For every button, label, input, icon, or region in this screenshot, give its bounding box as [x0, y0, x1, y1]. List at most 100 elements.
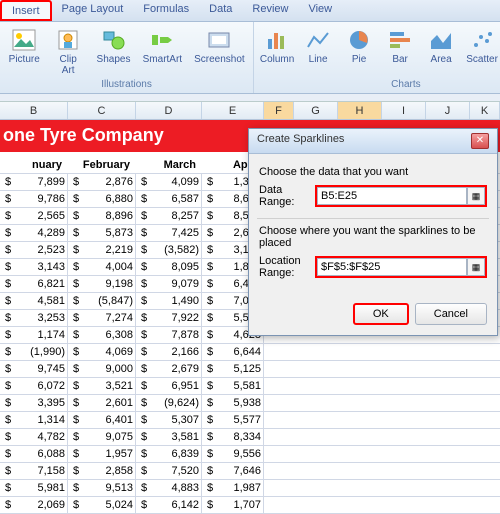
shapes-button[interactable]: Shapes: [92, 24, 135, 67]
cell[interactable]: $5,581: [202, 378, 264, 394]
cell[interactable]: $8,257: [136, 208, 202, 224]
ok-button[interactable]: OK: [353, 303, 409, 325]
cell[interactable]: $5,577: [202, 412, 264, 428]
table-row[interactable]: $4,782$9,075$3,581$8,334: [0, 429, 500, 446]
scatter-chart-button[interactable]: Scatter: [463, 24, 500, 67]
tab-data[interactable]: Data: [199, 0, 242, 21]
cell[interactable]: $9,075: [68, 429, 136, 445]
cell[interactable]: $5,024: [68, 497, 136, 513]
col-b[interactable]: B: [0, 102, 68, 119]
range-picker-icon[interactable]: ▦: [467, 187, 485, 205]
table-row[interactable]: $7,158$2,858$7,520$7,646: [0, 463, 500, 480]
cell[interactable]: $4,069: [68, 344, 136, 360]
cell[interactable]: $4,581: [0, 293, 68, 309]
cell[interactable]: $3,253: [0, 310, 68, 326]
col-i[interactable]: I: [382, 102, 426, 119]
cell[interactable]: $9,198: [68, 276, 136, 292]
cell[interactable]: $5,125: [202, 361, 264, 377]
table-row[interactable]: $3,395$2,601$(9,624)$5,938: [0, 395, 500, 412]
cell[interactable]: $7,425: [136, 225, 202, 241]
data-range-input[interactable]: [317, 187, 467, 205]
cancel-button[interactable]: Cancel: [415, 303, 487, 325]
cell[interactable]: $1,707: [202, 497, 264, 513]
cell[interactable]: $9,556: [202, 446, 264, 462]
cell[interactable]: $6,880: [68, 191, 136, 207]
cell[interactable]: $9,079: [136, 276, 202, 292]
tab-view[interactable]: View: [298, 0, 342, 21]
cell[interactable]: $(1,990): [0, 344, 68, 360]
cell[interactable]: $1,987: [202, 480, 264, 496]
col-j[interactable]: J: [426, 102, 470, 119]
col-f[interactable]: F: [264, 102, 294, 119]
cell[interactable]: $1,174: [0, 327, 68, 343]
range-picker-icon[interactable]: ▦: [467, 258, 485, 276]
smartart-button[interactable]: SmartArt: [138, 24, 187, 67]
cell[interactable]: $2,858: [68, 463, 136, 479]
col-d[interactable]: D: [136, 102, 202, 119]
cell[interactable]: $2,069: [0, 497, 68, 513]
cell[interactable]: $2,679: [136, 361, 202, 377]
screenshot-button[interactable]: Screenshot: [190, 24, 249, 67]
cell[interactable]: $3,581: [136, 429, 202, 445]
col-g[interactable]: G: [294, 102, 338, 119]
table-row[interactable]: $5,981$9,513$4,883$1,987: [0, 480, 500, 497]
cell[interactable]: $3,395: [0, 395, 68, 411]
cell[interactable]: $4,099: [136, 174, 202, 190]
cell[interactable]: $3,521: [68, 378, 136, 394]
line-chart-button[interactable]: Line: [299, 24, 337, 67]
cell[interactable]: $1,957: [68, 446, 136, 462]
cell[interactable]: $8,896: [68, 208, 136, 224]
cell[interactable]: $2,601: [68, 395, 136, 411]
cell[interactable]: $8,095: [136, 259, 202, 275]
col-c[interactable]: C: [68, 102, 136, 119]
area-chart-button[interactable]: Area: [422, 24, 460, 67]
table-row[interactable]: $(1,990)$4,069$2,166$6,644: [0, 344, 500, 361]
picture-button[interactable]: Picture: [4, 24, 44, 67]
cell[interactable]: $5,938: [202, 395, 264, 411]
cell[interactable]: $7,520: [136, 463, 202, 479]
cell[interactable]: $6,142: [136, 497, 202, 513]
clipart-button[interactable]: Clip Art: [47, 24, 89, 78]
cell[interactable]: $6,587: [136, 191, 202, 207]
cell[interactable]: $6,308: [68, 327, 136, 343]
cell[interactable]: $2,523: [0, 242, 68, 258]
cell[interactable]: $2,166: [136, 344, 202, 360]
cell[interactable]: $4,782: [0, 429, 68, 445]
cell[interactable]: $5,981: [0, 480, 68, 496]
cell[interactable]: $7,922: [136, 310, 202, 326]
col-k[interactable]: K: [470, 102, 500, 119]
cell[interactable]: $9,745: [0, 361, 68, 377]
cell[interactable]: $5,307: [136, 412, 202, 428]
cell[interactable]: $(5,847): [68, 293, 136, 309]
close-icon[interactable]: ✕: [471, 133, 489, 149]
tab-page-layout[interactable]: Page Layout: [52, 0, 134, 21]
cell[interactable]: $8,334: [202, 429, 264, 445]
cell[interactable]: $1,490: [136, 293, 202, 309]
table-row[interactable]: $9,745$9,000$2,679$5,125: [0, 361, 500, 378]
cell[interactable]: $6,088: [0, 446, 68, 462]
tab-formulas[interactable]: Formulas: [133, 0, 199, 21]
cell[interactable]: $4,004: [68, 259, 136, 275]
cell[interactable]: $3,143: [0, 259, 68, 275]
tab-insert[interactable]: Insert: [0, 0, 52, 21]
cell[interactable]: $4,289: [0, 225, 68, 241]
table-row[interactable]: $6,072$3,521$6,951$5,581: [0, 378, 500, 395]
cell[interactable]: $9,000: [68, 361, 136, 377]
table-row[interactable]: $1,314$6,401$5,307$5,577: [0, 412, 500, 429]
cell[interactable]: $5,873: [68, 225, 136, 241]
cell[interactable]: $6,401: [68, 412, 136, 428]
table-row[interactable]: $6,088$1,957$6,839$9,556: [0, 446, 500, 463]
cell[interactable]: $7,274: [68, 310, 136, 326]
location-range-input[interactable]: [317, 258, 467, 276]
cell[interactable]: $6,644: [202, 344, 264, 360]
cell[interactable]: $6,951: [136, 378, 202, 394]
pie-chart-button[interactable]: Pie: [340, 24, 378, 67]
cell[interactable]: $7,878: [136, 327, 202, 343]
tab-review[interactable]: Review: [242, 0, 298, 21]
cell[interactable]: $7,899: [0, 174, 68, 190]
cell[interactable]: $7,158: [0, 463, 68, 479]
cell[interactable]: $1,314: [0, 412, 68, 428]
cell[interactable]: $4,883: [136, 480, 202, 496]
col-e[interactable]: E: [202, 102, 264, 119]
cell[interactable]: $2,876: [68, 174, 136, 190]
